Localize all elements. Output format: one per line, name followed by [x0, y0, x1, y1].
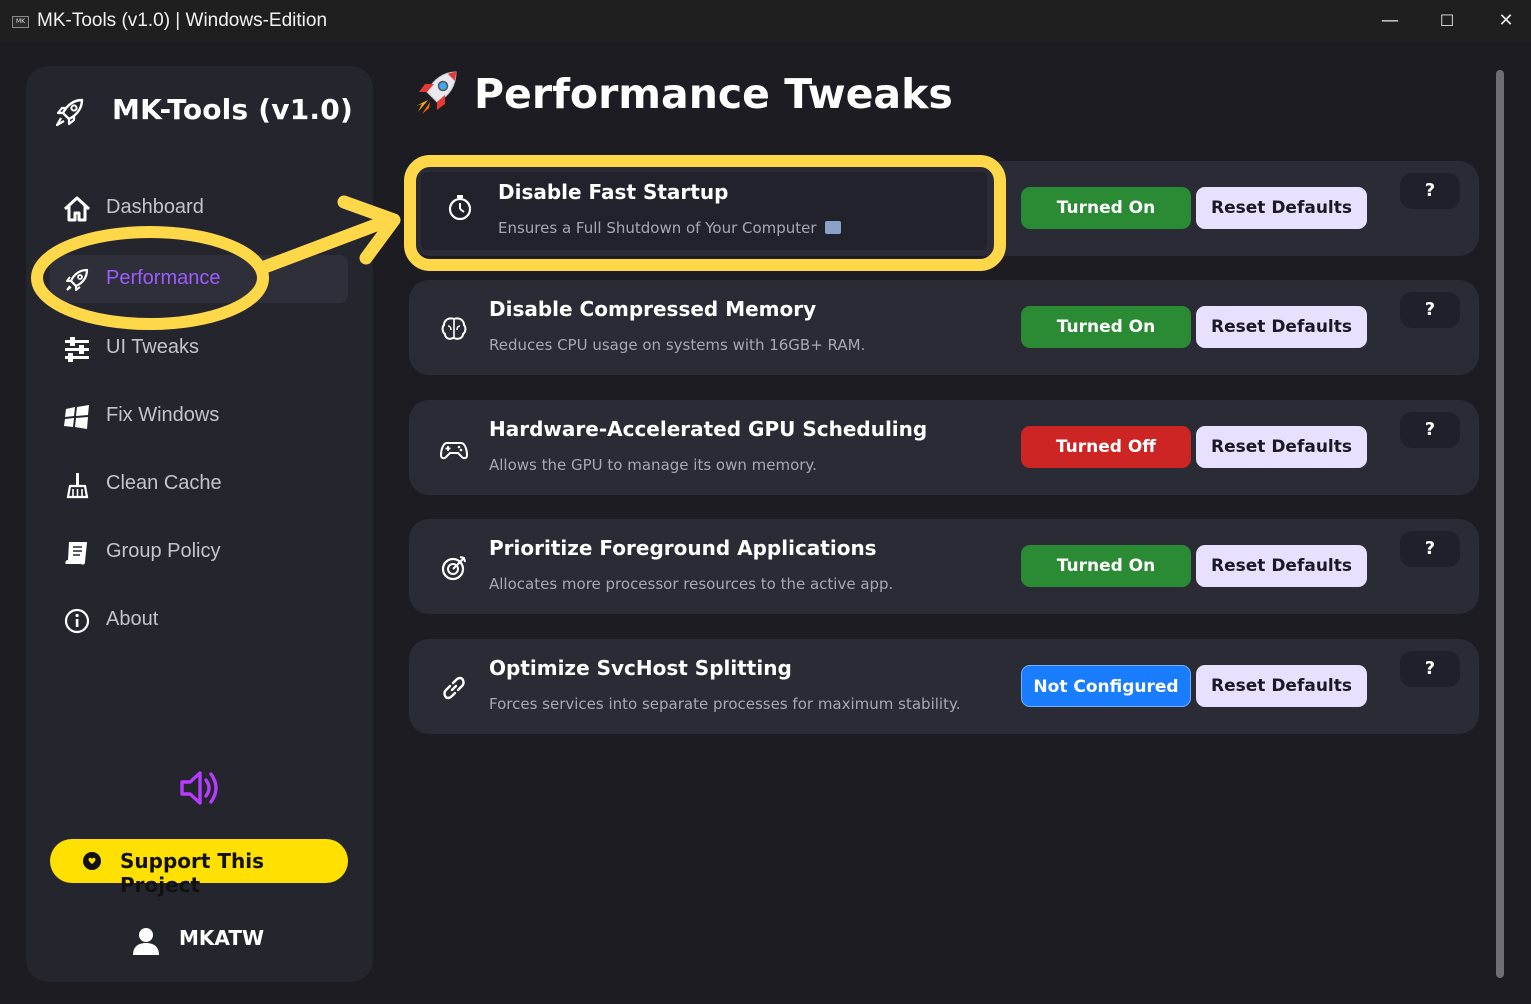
help-button[interactable]: ?	[1400, 651, 1460, 687]
tweak-description: Allows the GPU to manage its own memory.	[489, 456, 817, 474]
tweak-card: Prioritize Foreground Applications Alloc…	[409, 519, 1479, 614]
sidebar-item-label: UI Tweaks	[106, 336, 199, 358]
sliders-icon	[65, 337, 89, 362]
support-label: Support This Project	[120, 849, 265, 897]
support-project-button[interactable]: Support This Project	[50, 839, 348, 897]
tweak-description: Allocates more processor resources to th…	[489, 575, 894, 593]
window-titlebar: MK MK-Tools (v1.0) | Windows-Edition — ☐…	[0, 0, 1531, 42]
sidebar-item-group-policy[interactable]: Group Policy	[50, 528, 348, 576]
tweak-card: Disable Compressed Memory Reduces CPU us…	[409, 280, 1479, 375]
gamepad-icon	[439, 442, 469, 460]
minimize-button[interactable]: —	[1370, 6, 1410, 36]
link-icon	[443, 676, 465, 700]
help-button[interactable]: ?	[1400, 412, 1460, 448]
help-button[interactable]: ?	[1400, 173, 1460, 209]
sidebar-item-dashboard[interactable]: Dashboard	[50, 184, 348, 232]
rocket-icon	[416, 71, 457, 114]
close-button[interactable]: ✕	[1486, 6, 1526, 36]
computer-icon	[825, 221, 842, 234]
home-icon	[63, 196, 91, 222]
sidebar-item-label: Fix Windows	[106, 404, 220, 426]
reset-defaults-button[interactable]: Reset Defaults	[1196, 306, 1367, 348]
target-icon	[441, 556, 466, 581]
sidebar-item-label: Performance	[106, 267, 221, 289]
app-icon: MK	[12, 16, 29, 28]
user-icon	[133, 928, 159, 955]
toggle-state-button[interactable]: Turned On	[1021, 187, 1191, 229]
sidebar-item-ui-tweaks[interactable]: UI Tweaks	[50, 324, 348, 372]
sidebar-item-about[interactable]: About	[50, 596, 348, 644]
help-button[interactable]: ?	[1400, 292, 1460, 328]
sidebar: MK-Tools (v1.0) Dashboard Performance UI…	[26, 66, 373, 982]
info-icon	[64, 608, 90, 634]
tweak-info-box: Disable Fast Startup Ensures a Full Shut…	[421, 172, 987, 250]
reset-defaults-button[interactable]: Reset Defaults	[1196, 426, 1367, 468]
window-title: MK-Tools (v1.0) | Windows-Edition	[37, 10, 328, 31]
tweak-title: Prioritize Foreground Applications	[489, 536, 877, 560]
help-button[interactable]: ?	[1400, 531, 1460, 567]
sidebar-item-fix-windows[interactable]: Fix Windows	[50, 392, 348, 440]
tweak-description: Ensures a Full Shutdown of Your Computer	[498, 219, 842, 237]
scroll-icon	[65, 542, 87, 565]
speaker-icon[interactable]	[176, 766, 224, 810]
tweak-description: Forces services into separate processes …	[489, 695, 961, 713]
broom-icon	[66, 473, 89, 499]
brand-title: MK-Tools (v1.0)	[112, 93, 353, 126]
reset-defaults-button[interactable]: Reset Defaults	[1196, 665, 1367, 707]
sidebar-item-label: Clean Cache	[106, 472, 222, 494]
tweak-description: Reduces CPU usage on systems with 16GB+ …	[489, 336, 866, 354]
tweak-title: Hardware-Accelerated GPU Scheduling	[489, 417, 928, 441]
sidebar-item-label: Dashboard	[106, 196, 204, 218]
stopwatch-icon	[448, 195, 472, 221]
toggle-state-button[interactable]: Turned On	[1021, 306, 1191, 348]
sidebar-item-label: Group Policy	[106, 540, 221, 562]
brain-icon	[441, 317, 467, 340]
maximize-button[interactable]: ☐	[1427, 6, 1467, 36]
rocket-icon	[55, 98, 84, 127]
tweak-title: Disable Compressed Memory	[489, 297, 817, 321]
heart-hand-icon	[83, 852, 101, 870]
sidebar-item-performance[interactable]: Performance	[50, 255, 348, 303]
sidebar-item-label: About	[106, 608, 159, 630]
toggle-state-button[interactable]: Turned Off	[1021, 426, 1191, 468]
reset-defaults-button[interactable]: Reset Defaults	[1196, 187, 1367, 229]
tweak-title: Disable Fast Startup	[498, 180, 729, 204]
tweak-card: Optimize SvcHost Splitting Forces servic…	[409, 639, 1479, 734]
rocket-icon	[66, 268, 89, 291]
toggle-state-button[interactable]: Turned On	[1021, 545, 1191, 587]
sidebar-item-clean-cache[interactable]: Clean Cache	[50, 460, 348, 508]
toggle-state-button[interactable]: Not Configured	[1021, 665, 1191, 707]
scrollbar[interactable]	[1496, 70, 1504, 978]
user-name: MKATW	[179, 926, 265, 950]
tweak-card: Hardware-Accelerated GPU Scheduling Allo…	[409, 400, 1479, 495]
page-title: Performance Tweaks	[474, 70, 953, 118]
windows-icon	[64, 405, 89, 429]
reset-defaults-button[interactable]: Reset Defaults	[1196, 545, 1367, 587]
tweak-title: Optimize SvcHost Splitting	[489, 656, 792, 680]
